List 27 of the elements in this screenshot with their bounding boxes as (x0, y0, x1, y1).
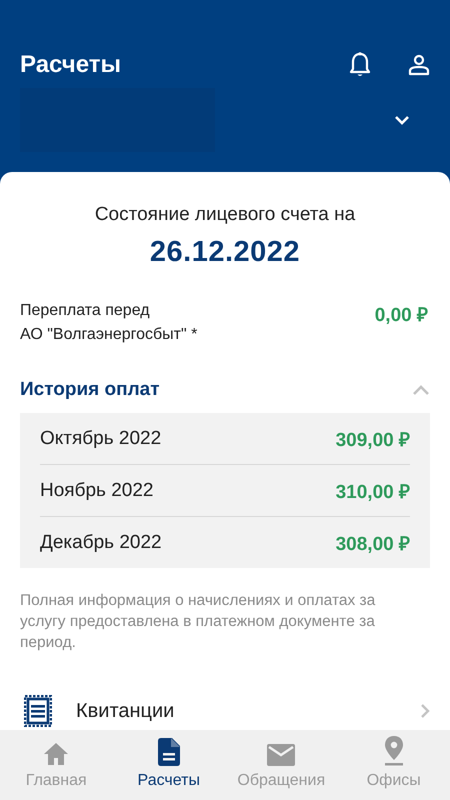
profile-button[interactable] (408, 54, 430, 76)
payment-month: Октябрь 2022 (40, 428, 162, 450)
page-title: Расчеты (20, 51, 122, 79)
expand-button[interactable] (394, 115, 410, 125)
bell-icon (348, 52, 372, 78)
payment-history-toggle[interactable]: История оплат (20, 375, 430, 405)
payment-amount: 309,00 ₽ (336, 428, 410, 452)
home-icon (43, 742, 70, 766)
nav-tab[interactable]: Расчеты (112, 730, 225, 800)
account-status-heading: Состояние лицевого счета на (94, 204, 356, 226)
info-note: Полная информация о начислениях и оплатах за услугу предоставлена в платежном документе за период. (20, 591, 376, 653)
location-pin-icon (382, 736, 405, 766)
chevron-right-icon (420, 703, 430, 719)
statement-date: 26.12.2022 (148, 236, 302, 269)
payment-month: Ноябрь 2022 (40, 480, 154, 502)
payment-amount: 310,00 ₽ (336, 480, 410, 504)
envelope-icon (267, 744, 296, 766)
overpayment-label: Переплата перед АО "Волгаэнергосбыт" * (20, 301, 198, 345)
payment-month: Декабрь 2022 (40, 532, 163, 554)
receipt-icon (24, 695, 52, 727)
notifications-button[interactable] (348, 52, 372, 78)
overpayment-amount: 0,00 ₽ (374, 304, 428, 327)
document-icon (158, 738, 180, 766)
receipts-link[interactable]: Квитанции (0, 691, 450, 730)
chevron-down-icon (394, 115, 410, 125)
person-icon (408, 54, 430, 76)
payment-amount: 308,00 ₽ (336, 532, 410, 556)
